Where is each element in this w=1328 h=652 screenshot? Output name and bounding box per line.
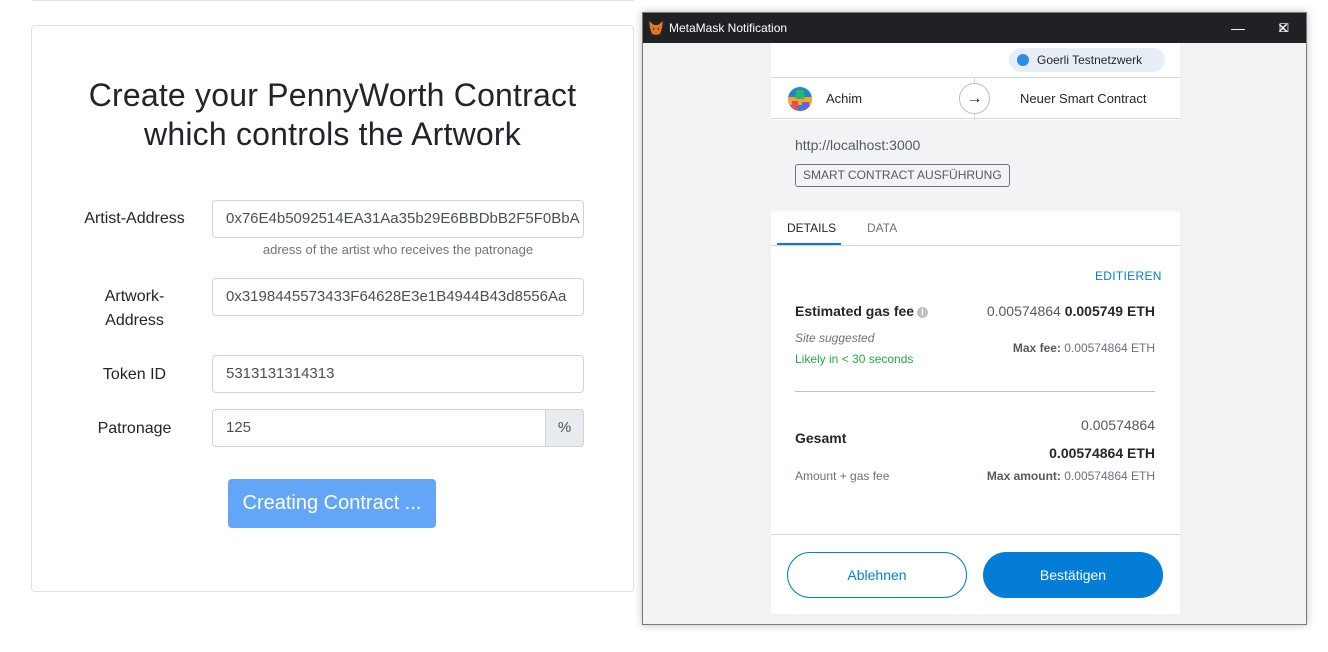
action-footer: Ablehnen Bestätigen [771,534,1180,614]
max-fee-label: Max fee: [1012,341,1061,355]
artist-address-label: Artist-Address [84,210,185,227]
percent-addon: % [545,409,584,447]
transaction-type-badge: SMART CONTRACT AUSFÜHRUNG [795,164,1010,187]
metamask-fox-icon [649,21,663,35]
amount-plus-gas-label: Amount + gas fee [795,469,890,483]
likely-time-text: Likely in < 30 seconds [795,352,914,366]
tab-data[interactable]: DATA [867,221,897,235]
patronage-label: Patronage [97,420,172,437]
active-tab-indicator [777,243,841,245]
account-bar: Achim → Neuer Smart Contract [771,77,1180,120]
artist-address-input[interactable]: 0x76E4b5092514EA31Aa35b29E6BBDbB2F5F0BbA [212,200,584,238]
network-selector[interactable]: Goerli Testnetzwerk [1009,48,1165,72]
max-fee: Max fee: 0.00574864 ETH [1013,341,1155,355]
max-fee-value: 0.00574864 ETH [1064,341,1155,355]
page-title-line-1: Create your PennyWorth Contract [88,77,577,113]
metamask-window: MetaMask Notification — ☐ ✕ Goerli Testn… [642,12,1307,625]
site-suggested-text: Site suggested [795,331,875,345]
tab-details[interactable]: DETAILS [787,221,836,235]
estimated-gas-label-text: Estimated gas fee [795,303,915,319]
contract-form-card: Create your PennyWorth Contract which co… [31,25,634,592]
window-title: MetaMask Notification [669,21,788,35]
info-icon[interactable]: i [917,307,929,318]
account-name: Achim [826,91,863,106]
create-contract-button[interactable]: Creating Contract ... [228,479,436,528]
network-dot-icon [1017,54,1029,66]
details-divider [795,391,1155,392]
max-amount: Max amount: 0.00574864 ETH [987,469,1155,483]
tab-bar: DETAILS DATA [771,211,1180,246]
max-amount-value: 0.00574864 ETH [1064,469,1155,483]
top-divider [32,0,634,1]
origin-url: http://localhost:3000 [795,137,921,153]
account-avatar-icon[interactable] [788,87,812,111]
gas-fee-fiat: 0.00574864 [986,303,1061,319]
total-fiat: 0.00574864 [1081,417,1155,433]
artwork-address-input[interactable]: 0x3198445573433F64628E3e1B4944B43d8556Aa [212,278,584,316]
gas-fee-eth: 0.005749 ETH [1064,303,1155,319]
origin-section: http://localhost:3000 SMART CONTRACT AUS… [771,120,1180,211]
confirmation-popup: Goerli Testnetzwerk Achim → Neuer Smart … [771,43,1180,614]
patronage-input[interactable]: 125 [212,409,546,447]
token-id-input[interactable]: 5313131314313 [212,355,584,393]
max-amount-label: Max amount: [986,469,1061,483]
network-name: Goerli Testnetzwerk [1037,53,1143,67]
estimated-gas-label: Estimated gas fee i [795,303,929,319]
total-label: Gesamt [795,430,847,446]
artist-address-hint: adress of the artist who receives the pa… [262,242,534,257]
page-title: Create your PennyWorth Contract which co… [32,76,633,154]
window-titlebar[interactable]: MetaMask Notification — ☐ [643,13,1306,43]
page-title-line-2: which controls the Artwork [144,116,521,152]
target-name: Neuer Smart Contract [1020,91,1147,106]
artwork-address-label-line-2: Address [105,312,164,329]
artwork-address-label-line-1: Artwork- [104,288,165,305]
artwork-address-label: Artwork- Address [82,285,187,333]
close-button[interactable]: ✕ [1260,13,1306,43]
arrow-right-icon: → [959,83,990,114]
edit-link[interactable]: EDITIEREN [1095,269,1162,283]
token-id-label: Token ID [102,366,167,383]
total-eth: 0.00574864 ETH [1049,445,1155,461]
gas-fee-value: 0.00574864 0.005749 ETH [987,303,1155,319]
confirm-button[interactable]: Bestätigen [983,552,1163,598]
minimize-button[interactable]: — [1215,13,1261,43]
reject-button[interactable]: Ablehnen [787,552,967,598]
